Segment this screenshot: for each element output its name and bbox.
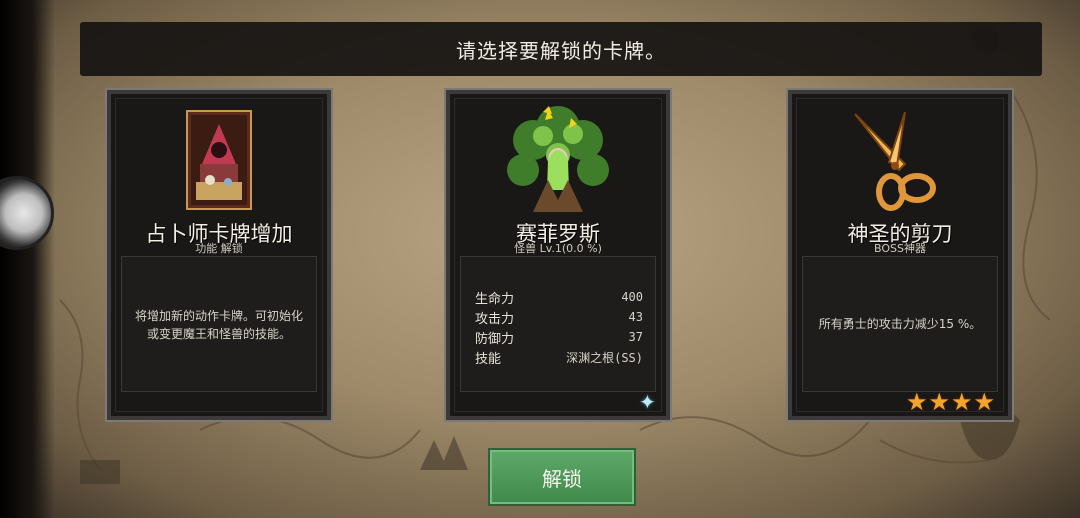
card-description-panel: 将增加新的动作卡牌。可初始化 或变更魔王和怪兽的技能。 <box>121 256 317 392</box>
card-description-panel: 所有勇士的攻击力减少15 %。 <box>802 256 998 392</box>
unlock-card-monster[interactable]: 赛菲罗斯 怪兽 Lv.1(0.0 %) 生命力 400 攻击力 43 防御力 3… <box>444 88 672 422</box>
stat-value: 深渊之根(SS) <box>566 350 643 365</box>
golden-scissors-icon <box>854 111 936 211</box>
card-subtitle: 功能 解锁 <box>195 242 243 255</box>
stat-value: 400 <box>621 290 643 304</box>
star-icon: ★ <box>928 388 951 416</box>
fortune-teller-card-icon <box>186 110 252 210</box>
rating-stars: ★ ★ ★ ★ <box>906 390 995 414</box>
stat-row-hp: 生命力 400 <box>475 287 643 307</box>
stat-value: 37 <box>628 330 643 344</box>
stat-row-skill: 技能 深渊之根(SS) <box>475 347 643 367</box>
star-icon: ★ <box>906 388 928 416</box>
unlock-button[interactable]: 解锁 <box>488 448 636 506</box>
title-bar: 请选择要解锁的卡牌。 <box>80 22 1042 76</box>
left-edge-shadow <box>0 0 55 518</box>
description-line: 将增加新的动作卡牌。可初始化 <box>134 309 303 323</box>
rank-star-icon: ✦ <box>639 390 656 414</box>
card-stats-panel: 生命力 400 攻击力 43 防御力 37 技能 深渊之根(SS) <box>460 256 656 392</box>
stat-label: 攻击力 <box>475 311 515 327</box>
stats-list: 生命力 400 攻击力 43 防御力 37 技能 深渊之根(SS) <box>475 287 643 367</box>
page-title: 请选择要解锁的卡牌。 <box>456 38 666 63</box>
description-line: 或变更魔王和怪兽的技能。 <box>146 327 291 341</box>
tree-monster-icon <box>507 106 609 212</box>
stat-row-attack: 攻击力 43 <box>475 307 643 327</box>
card-description: 所有勇士的攻击力减少15 %。 <box>818 317 982 331</box>
unlock-card-fortune-teller[interactable]: 占卜师卡牌增加 功能 解锁 将增加新的动作卡牌。可初始化 或变更魔王和怪兽的技能… <box>105 88 333 422</box>
stat-row-defense: 防御力 37 <box>475 327 643 347</box>
star-icon: ★ <box>973 388 996 416</box>
stat-label: 技能 <box>475 351 502 367</box>
stat-label: 防御力 <box>475 331 515 347</box>
stat-label: 生命力 <box>475 291 515 307</box>
card-subtitle: 怪兽 Lv.1(0.0 %) <box>514 242 602 255</box>
unlock-card-artifact[interactable]: 神圣的剪刀 BOSS神器 所有勇士的攻击力减少15 %。 <box>786 88 1014 422</box>
stat-value: 43 <box>628 310 643 324</box>
card-subtitle: BOSS神器 <box>874 242 926 255</box>
card-description: 将增加新的动作卡牌。可初始化 或变更魔王和怪兽的技能。 <box>128 307 310 343</box>
star-icon: ★ <box>951 388 973 416</box>
